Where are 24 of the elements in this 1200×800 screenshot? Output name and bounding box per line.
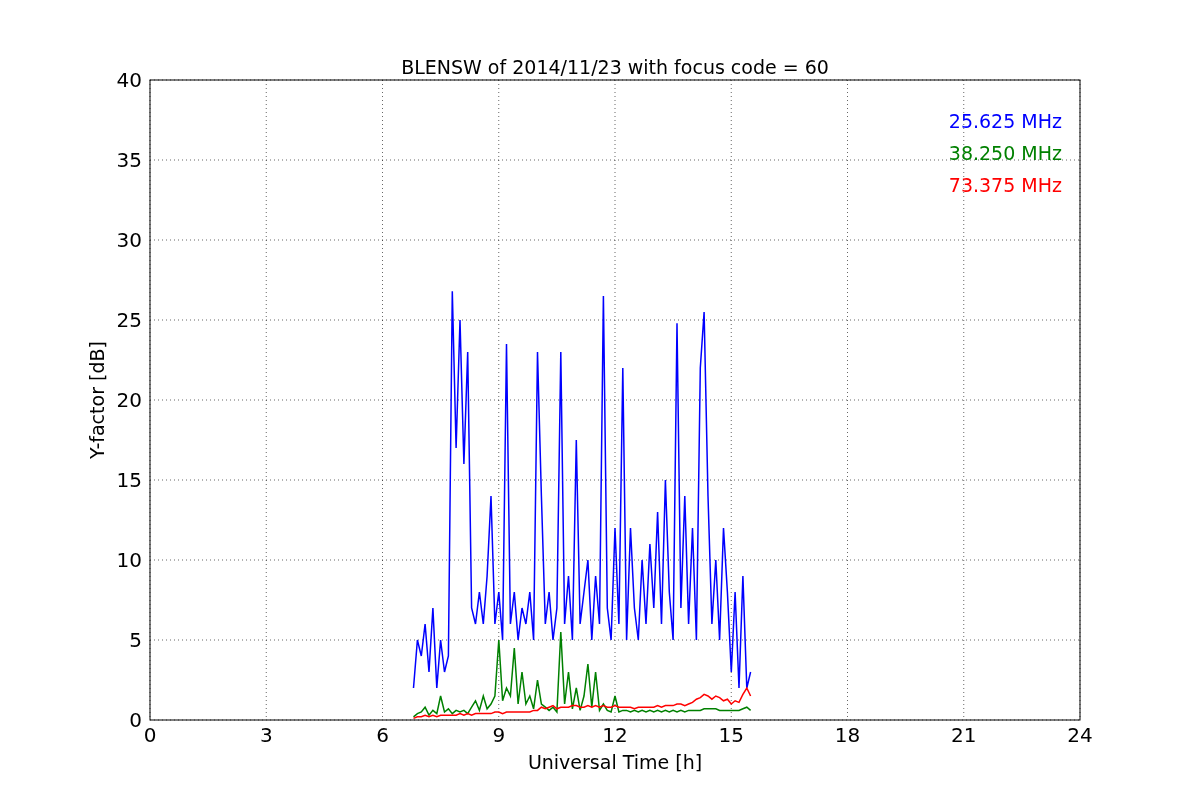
y-tick-label: 25 — [116, 308, 142, 332]
chart-title: BLENSW of 2014/11/23 with focus code = 60 — [401, 56, 829, 78]
y-tick-label: 15 — [116, 468, 142, 492]
y-tick-label: 30 — [116, 228, 142, 252]
x-tick-label: 0 — [143, 723, 157, 747]
y-tick-label: 10 — [116, 548, 142, 572]
y-tick-label: 40 — [116, 68, 142, 92]
legend-label: 73.375 MHz — [948, 174, 1062, 196]
y-tick-label: 35 — [116, 148, 142, 172]
y-axis-label: Y-factor [dB] — [86, 341, 108, 459]
x-tick-label: 18 — [834, 723, 861, 747]
x-tick-label: 21 — [951, 723, 977, 747]
x-axis-label: Universal Time [h] — [527, 751, 703, 773]
legend-label: 25.625 MHz — [948, 110, 1062, 132]
x-tick-label: 24 — [1067, 723, 1093, 747]
y-tick-label: 0 — [129, 708, 142, 732]
x-tick-label: 3 — [259, 723, 273, 747]
legend-label: 38.250 MHz — [948, 142, 1062, 164]
x-tick-label: 12 — [602, 723, 628, 747]
x-tick-label: 15 — [718, 723, 744, 747]
x-tick-label: 9 — [492, 723, 506, 747]
y-tick-label: 5 — [129, 628, 142, 652]
x-tick-label: 6 — [376, 723, 389, 747]
y-tick-label: 20 — [116, 388, 142, 412]
